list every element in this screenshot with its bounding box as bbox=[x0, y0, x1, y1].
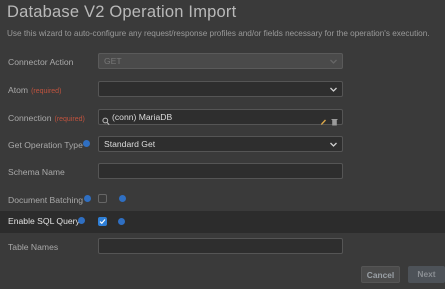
enable-sql-query-checkbox[interactable] bbox=[98, 217, 107, 226]
atom-row: Atom (required) bbox=[0, 80, 445, 102]
operation-type-select[interactable]: Standard Get bbox=[98, 136, 343, 152]
enable-sql-query-label: Enable SQL Query bbox=[8, 216, 80, 226]
document-batching-label: Document Batching bbox=[8, 195, 83, 205]
info-icon[interactable] bbox=[83, 140, 90, 147]
chevron-down-icon bbox=[329, 140, 338, 149]
info-icon[interactable] bbox=[118, 218, 125, 225]
chevron-down-icon bbox=[329, 57, 338, 66]
info-icon[interactable] bbox=[78, 217, 85, 224]
atom-select[interactable] bbox=[98, 81, 343, 97]
dialog-title: Database V2 Operation Import bbox=[7, 3, 237, 21]
next-button[interactable]: Next bbox=[408, 266, 445, 283]
document-batching-row: Document Batching bbox=[0, 190, 445, 212]
chevron-down-icon bbox=[329, 85, 338, 94]
connection-value: (conn) MariaDB bbox=[112, 112, 173, 122]
atom-label: Atom (required) bbox=[8, 85, 62, 95]
connector-action-label: Connector Action bbox=[8, 57, 74, 67]
table-names-label: Table Names bbox=[8, 242, 59, 252]
info-icon[interactable] bbox=[84, 195, 91, 202]
info-icon[interactable] bbox=[119, 195, 126, 202]
table-names-input[interactable] bbox=[98, 238, 343, 254]
operation-type-value: Standard Get bbox=[104, 139, 156, 149]
cancel-button[interactable]: Cancel bbox=[361, 266, 400, 283]
required-marker: (required) bbox=[54, 116, 85, 123]
connection-label: Connection (required) bbox=[8, 113, 85, 123]
search-icon bbox=[102, 113, 110, 131]
connection-field[interactable]: (conn) MariaDB bbox=[98, 109, 343, 126]
connection-row: Connection (required) (conn) MariaDB bbox=[0, 108, 445, 130]
schema-name-input[interactable] bbox=[98, 163, 343, 179]
connector-action-value: GET bbox=[104, 56, 122, 66]
operation-type-label: Get Operation Type bbox=[8, 140, 83, 150]
required-marker: (required) bbox=[31, 88, 62, 95]
connector-action-select: GET bbox=[98, 53, 343, 69]
operation-type-row: Get Operation Type Standard Get bbox=[0, 135, 445, 157]
table-names-row: Table Names bbox=[0, 237, 445, 259]
document-batching-checkbox[interactable] bbox=[98, 194, 107, 203]
connector-action-row: Connector Action GET bbox=[0, 52, 445, 74]
dialog-subtitle: Use this wizard to auto-configure any re… bbox=[7, 29, 430, 38]
edit-icon[interactable] bbox=[320, 113, 327, 131]
schema-name-row: Schema Name bbox=[0, 162, 445, 184]
schema-name-label: Schema Name bbox=[8, 167, 65, 177]
check-icon bbox=[99, 219, 106, 225]
delete-icon[interactable] bbox=[331, 113, 338, 131]
enable-sql-query-row: Enable SQL Query bbox=[0, 211, 445, 233]
